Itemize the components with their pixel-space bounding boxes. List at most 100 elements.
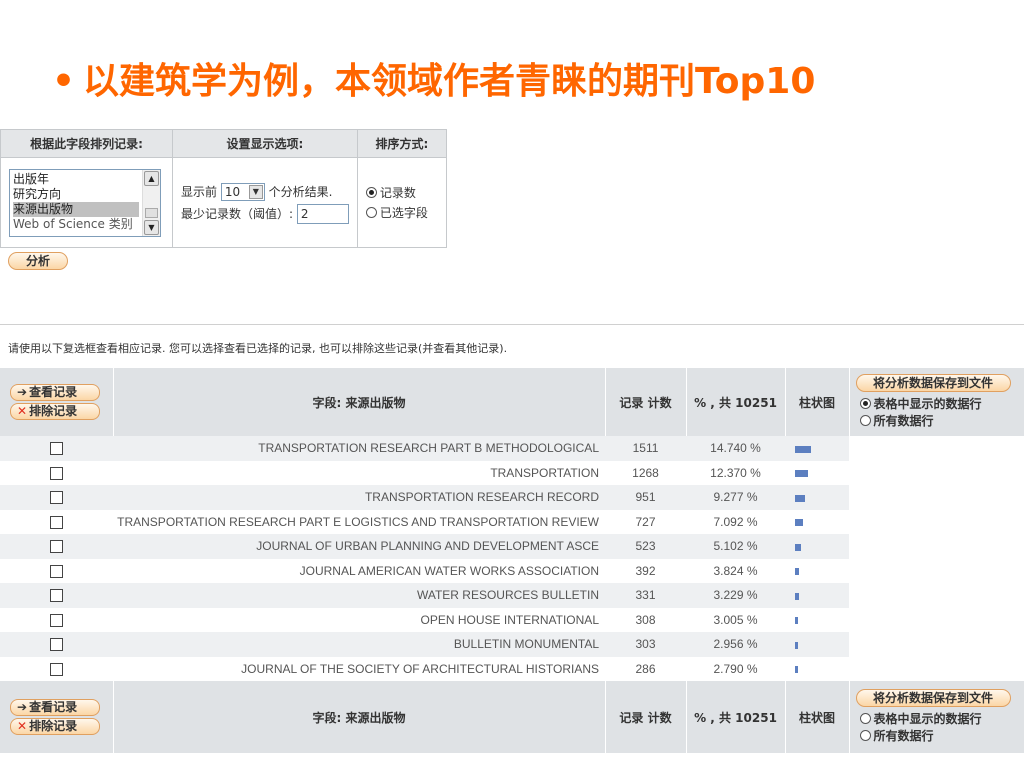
row-checkbox[interactable] [50,540,63,554]
bar-mark [795,568,799,576]
save-option-all[interactable]: 所有数据行 [850,413,1024,430]
journal-name: BULLETIN MONUMENTAL [113,632,605,657]
analysis-options-panel: 根据此字段排列记录: 设置显示选项: 排序方式: 出版年 研究方向 来源出版物 Web… [0,129,447,248]
slide-title-text: 以建筑学为例，本领域作者青睐的期刊Top10 [83,61,816,102]
bar-chart-footer: 柱状图 [785,681,850,753]
row-checkbox[interactable] [50,613,63,627]
title-bullet: • [52,61,76,102]
record-count: 286 [605,656,686,681]
analyze-button[interactable]: 分析 [8,252,68,270]
bar-mark [795,445,811,453]
threshold-input[interactable]: 2 [296,204,349,224]
journal-name: TRANSPORTATION RESEARCH PART B METHODOLO… [113,436,605,461]
row-checkbox[interactable] [50,662,63,676]
row-checkbox[interactable] [50,564,63,578]
percent-footer: % , 共 10251 [686,681,786,753]
record-count: 392 [605,558,686,583]
sort-field-radio[interactable] [365,206,377,218]
table-row: TRANSPORTATION 1268 12.370 % [0,460,1024,485]
record-count: 303 [605,632,686,657]
record-count: 1268 [605,460,686,485]
record-count: 1511 [605,436,686,461]
record-percent: 5.102 % [686,534,785,559]
row-checkbox[interactable] [50,466,63,480]
bar-mark [795,494,805,502]
save-rows-label: 表格中显示的数据行 [873,712,982,726]
percent-header: % , 共 10251 [686,368,786,436]
threshold-label: 最少记录数（阈值）: [181,206,294,221]
record-percent: 2.790 % [686,656,785,681]
field-listbox[interactable]: 出版年 研究方向 来源出版物 Web of Science 类别 ▲ ▼ [9,168,161,237]
right-arrow-icon: ➔ [17,700,28,714]
field-option[interactable]: 来源出版物 [13,201,139,217]
save-to-file-button[interactable]: 将分析数据保存到文件 [855,374,1011,392]
sort-field-label: 已选字段 [379,205,428,220]
table-header: ➔ 查看记录 ✕ 排除记录 字段: 来源出版物 记录 计数 % , 共 10251 … [0,368,1024,436]
exclude-records-button[interactable]: ✕ 排除记录 [10,403,100,420]
bar-mark [795,543,801,551]
save-rows-radio[interactable] [859,398,871,409]
save-all-radio[interactable] [859,730,871,741]
display-count-select[interactable]: 10 ▼ [220,183,265,201]
bar-mark [795,470,808,478]
scroll-thumb[interactable] [145,207,158,218]
dropdown-arrow-icon[interactable]: ▼ [248,185,263,199]
listbox-scrollbar[interactable]: ▲ ▼ [142,169,160,236]
save-option-rows-bottom[interactable]: 表格中显示的数据行 [850,711,1024,728]
save-all-radio[interactable] [859,415,871,426]
count-header: 记录 计数 [605,368,687,436]
row-checkbox[interactable] [50,638,63,652]
right-arrow-icon: ➔ [17,385,28,399]
table-row: BULLETIN MONUMENTAL 303 2.956 % [0,632,1024,657]
section-divider [0,324,1024,325]
exclude-records-button-bottom[interactable]: ✕ 排除记录 [10,718,100,735]
scroll-up-icon[interactable]: ▲ [144,170,159,186]
display-prefix-label: 显示前 [181,184,218,199]
bar-mark [795,617,798,625]
display-count-value: 10 [224,185,241,199]
row-checkbox[interactable] [50,491,63,505]
save-option-rows[interactable]: 表格中显示的数据行 [850,396,1024,413]
table-row: JOURNAL OF THE SOCIETY OF ARCHITECTURAL … [0,656,1024,681]
row-checkbox[interactable] [50,515,63,529]
record-percent: 3.824 % [686,558,785,583]
table-row: TRANSPORTATION RESEARCH PART E LOGISTICS… [0,509,1024,534]
sort-by-record[interactable]: 记录数 [365,183,438,203]
record-count: 951 [605,485,686,510]
sort-by-field[interactable]: 已选字段 [365,203,438,223]
save-option-all-bottom[interactable]: 所有数据行 [850,728,1024,745]
scroll-down-icon[interactable]: ▼ [144,219,159,235]
record-percent: 9.277 % [686,485,785,510]
x-icon: ✕ [17,404,28,418]
sort-record-radio[interactable] [365,186,377,198]
row-checkbox[interactable] [50,442,63,456]
field-option[interactable]: 出版年 [13,172,139,187]
bar-mark [795,519,803,527]
exclude-records-label: 排除记录 [29,404,78,418]
table-row: TRANSPORTATION RESEARCH RECORD 951 9.277 % [0,485,1024,510]
record-percent: 3.005 % [686,607,785,632]
journal-name: OPEN HOUSE INTERNATIONAL [113,607,605,632]
table-row: OPEN HOUSE INTERNATIONAL 308 3.005 % [0,607,1024,632]
save-rows-radio[interactable] [859,713,871,724]
table-row: JOURNAL OF URBAN PLANNING AND DEVELOPMEN… [0,534,1024,559]
field-option[interactable]: 研究方向 [13,187,139,202]
view-records-label: 查看记录 [29,700,78,714]
journal-name: TRANSPORTATION [113,460,605,485]
count-footer: 记录 计数 [605,681,687,753]
field-option[interactable]: Web of Science 类别 [13,217,139,232]
results-table: ➔ 查看记录 ✕ 排除记录 字段: 来源出版物 记录 计数 % , 共 10251 … [0,368,1024,753]
x-icon: ✕ [17,719,28,733]
view-records-button-bottom[interactable]: ➔ 查看记录 [10,699,100,716]
table-row: TRANSPORTATION RESEARCH PART B METHODOLO… [0,436,1024,461]
journal-name: JOURNAL AMERICAN WATER WORKS ASSOCIATION [113,558,605,583]
journal-name: JOURNAL OF THE SOCIETY OF ARCHITECTURAL … [113,656,605,681]
display-column-header: 设置显示选项: [172,129,358,158]
record-percent: 12.370 % [686,460,785,485]
view-records-button[interactable]: ➔ 查看记录 [10,384,100,401]
sort-column-header: 排序方式: [356,129,447,158]
save-to-file-button-bottom[interactable]: 将分析数据保存到文件 [855,689,1011,707]
save-rows-label: 表格中显示的数据行 [873,397,982,411]
field-header: 字段: 来源出版物 [113,368,606,436]
row-checkbox[interactable] [50,589,63,603]
